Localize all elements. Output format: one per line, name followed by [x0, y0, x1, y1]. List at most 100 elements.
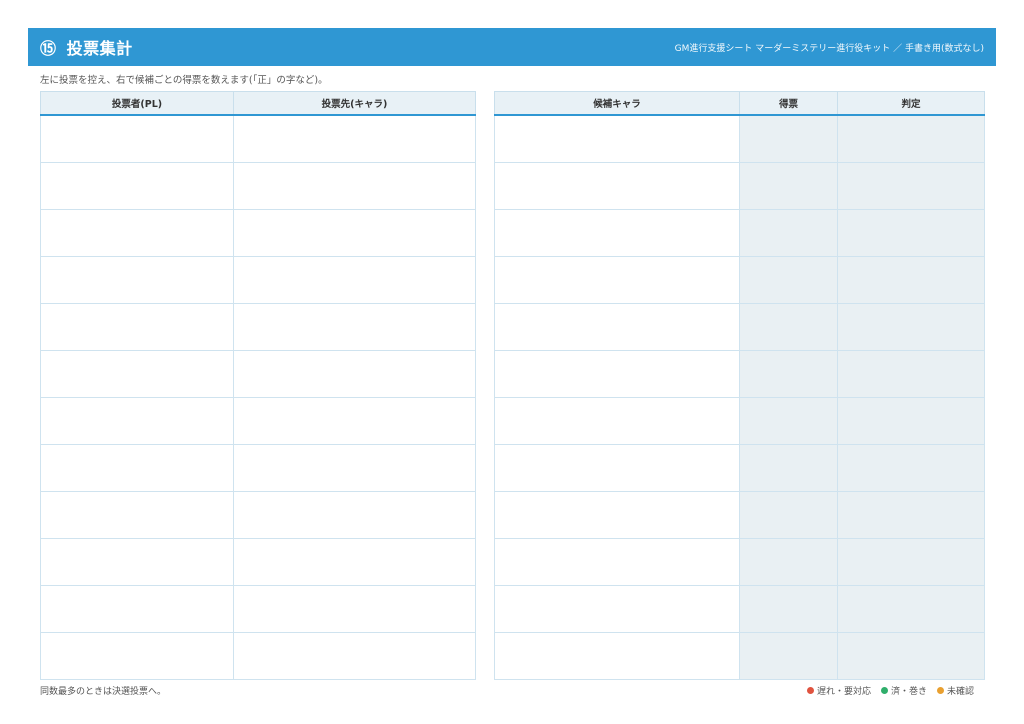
vote-target-cell[interactable]	[233, 397, 476, 445]
candidate-cell[interactable]	[494, 350, 740, 398]
table-row	[494, 491, 985, 539]
votes-cell[interactable]	[739, 209, 838, 257]
voter-cell[interactable]	[40, 444, 234, 492]
legend-item-unconfirmed: 未確認	[936, 684, 974, 697]
table-row	[40, 256, 476, 304]
page-title: ⑮ 投票集計	[40, 35, 133, 59]
table-row	[40, 491, 476, 539]
status-legend: 遅れ・要対応 済・巻き 未確認	[797, 684, 974, 697]
candidate-cell[interactable]	[494, 114, 740, 163]
voter-cell[interactable]	[40, 162, 234, 210]
vote-target-cell[interactable]	[233, 209, 476, 257]
table-row	[494, 397, 985, 445]
verdict-cell[interactable]	[837, 397, 985, 445]
candidate-cell[interactable]	[494, 491, 740, 539]
column-header-verdict: 判定	[837, 91, 985, 116]
voter-cell[interactable]	[40, 397, 234, 445]
verdict-cell[interactable]	[837, 632, 985, 680]
verdict-cell[interactable]	[837, 256, 985, 304]
voter-cell[interactable]	[40, 256, 234, 304]
candidate-cell[interactable]	[494, 397, 740, 445]
table-row	[40, 209, 476, 257]
vote-target-cell[interactable]	[233, 162, 476, 210]
candidate-cell[interactable]	[494, 162, 740, 210]
header-subtitle: GM進行支援シート マーダーミステリー進行役キット ／ 手書き用(数式なし)	[674, 43, 984, 54]
verdict-cell[interactable]	[837, 444, 985, 492]
votes-cell[interactable]	[739, 491, 838, 539]
legend-item-late: 遅れ・要対応	[806, 684, 871, 697]
table-row	[494, 585, 985, 633]
votes-cell[interactable]	[739, 162, 838, 210]
table-row	[40, 585, 476, 633]
table-row	[40, 632, 476, 680]
verdict-cell[interactable]	[837, 585, 985, 633]
column-header-votes: 得票	[739, 91, 838, 116]
voter-cell[interactable]	[40, 585, 234, 633]
verdict-cell[interactable]	[837, 114, 985, 163]
candidate-cell[interactable]	[494, 303, 740, 351]
verdict-cell[interactable]	[837, 303, 985, 351]
vote-target-cell[interactable]	[233, 538, 476, 586]
verdict-cell[interactable]	[837, 538, 985, 586]
table-row	[494, 538, 985, 586]
vote-target-cell[interactable]	[233, 114, 476, 163]
vote-target-cell[interactable]	[233, 303, 476, 351]
table-row	[494, 162, 985, 210]
verdict-cell[interactable]	[837, 491, 985, 539]
title-text: 投票集計	[66, 39, 133, 58]
verdict-cell[interactable]	[837, 209, 985, 257]
candidate-cell[interactable]	[494, 209, 740, 257]
voter-cell[interactable]	[40, 114, 234, 163]
column-header-candidate: 候補キャラ	[494, 91, 740, 116]
sheet-number: ⑮	[40, 39, 57, 58]
candidate-cell[interactable]	[494, 632, 740, 680]
votes-cell[interactable]	[739, 303, 838, 351]
votes-cell[interactable]	[739, 114, 838, 163]
column-header-vote-target: 投票先(キャラ)	[233, 91, 476, 116]
votes-cell[interactable]	[739, 256, 838, 304]
red-dot-icon	[806, 687, 814, 694]
table-row	[40, 114, 476, 163]
verdict-cell[interactable]	[837, 162, 985, 210]
votes-cell[interactable]	[739, 444, 838, 492]
votes-table: 投票者(PL) 投票先(キャラ)	[40, 91, 476, 680]
table-row	[40, 538, 476, 586]
votes-cell[interactable]	[739, 397, 838, 445]
votes-cell[interactable]	[739, 632, 838, 680]
instruction-text: 左に投票を控え、右で候補ごとの得票を数えます(「正」の字など)。	[40, 75, 328, 86]
legend-item-done: 済・巻き	[880, 684, 927, 697]
table-row	[494, 350, 985, 398]
vote-target-cell[interactable]	[233, 491, 476, 539]
votes-cell[interactable]	[739, 538, 838, 586]
table-row	[40, 444, 476, 492]
legend-label: 遅れ・要対応	[816, 687, 871, 697]
vote-target-cell[interactable]	[233, 444, 476, 492]
green-dot-icon	[880, 687, 888, 694]
header-bar: ⑮ 投票集計 GM進行支援シート マーダーミステリー進行役キット ／ 手書き用(…	[28, 28, 996, 66]
candidate-cell[interactable]	[494, 444, 740, 492]
votes-cell[interactable]	[739, 585, 838, 633]
legend-label: 未確認	[946, 687, 974, 697]
tally-table: 候補キャラ 得票 判定	[494, 91, 985, 680]
voter-cell[interactable]	[40, 209, 234, 257]
voter-cell[interactable]	[40, 491, 234, 539]
candidate-cell[interactable]	[494, 585, 740, 633]
verdict-cell[interactable]	[837, 350, 985, 398]
voter-cell[interactable]	[40, 538, 234, 586]
voter-cell[interactable]	[40, 350, 234, 398]
vote-target-cell[interactable]	[233, 350, 476, 398]
table-row	[494, 256, 985, 304]
vote-target-cell[interactable]	[233, 256, 476, 304]
voter-cell[interactable]	[40, 303, 234, 351]
vote-target-cell[interactable]	[233, 632, 476, 680]
votes-cell[interactable]	[739, 350, 838, 398]
table-row	[494, 303, 985, 351]
table-row	[40, 397, 476, 445]
table-row	[494, 114, 985, 163]
candidate-cell[interactable]	[494, 256, 740, 304]
vote-target-cell[interactable]	[233, 585, 476, 633]
voter-cell[interactable]	[40, 632, 234, 680]
table-row	[494, 209, 985, 257]
table-row	[40, 303, 476, 351]
candidate-cell[interactable]	[494, 538, 740, 586]
